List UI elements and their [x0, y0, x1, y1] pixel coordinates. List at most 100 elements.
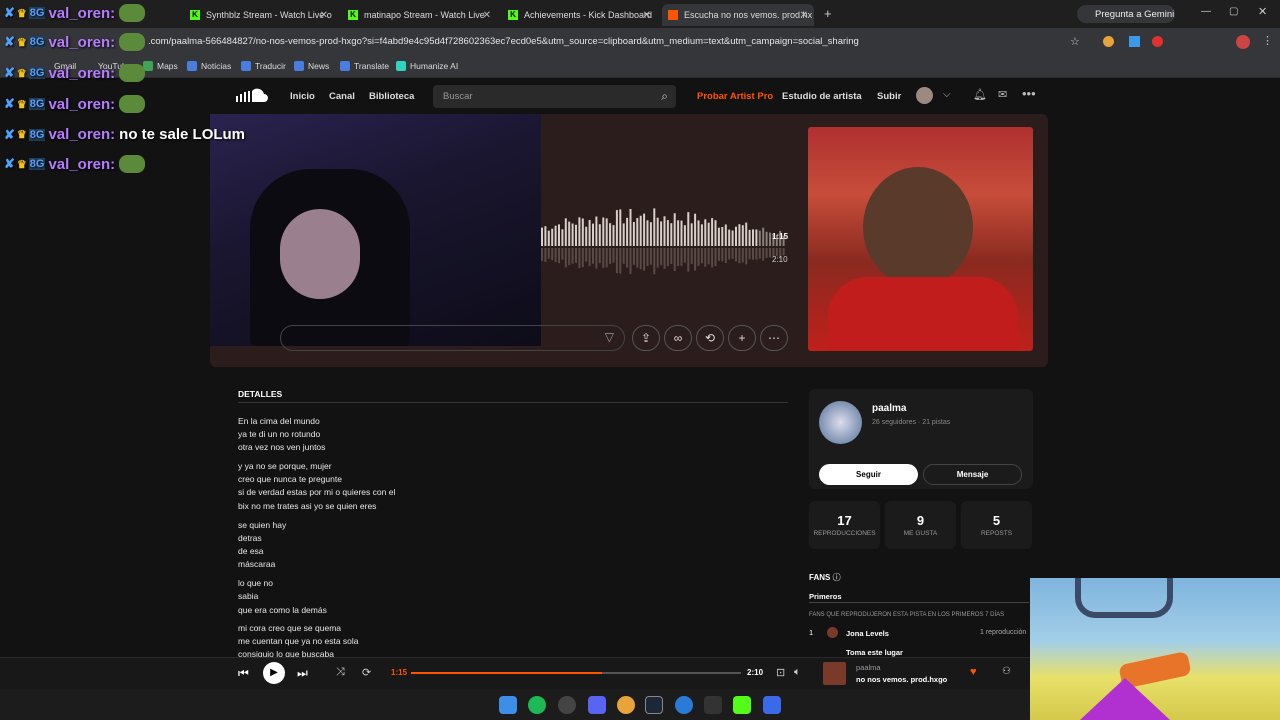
follow-user-icon[interactable]: ⚇ — [1002, 666, 1011, 677]
translate-icon — [241, 61, 251, 71]
soundcloud-logo[interactable] — [236, 88, 270, 104]
progress-track[interactable] — [411, 672, 741, 674]
comment-input[interactable]: ▽ — [280, 325, 625, 351]
minimize-icon[interactable]: — — [1201, 6, 1211, 17]
extension-icon[interactable] — [1103, 36, 1114, 47]
next-icon[interactable]: ⏭ — [297, 666, 308, 681]
avatar[interactable] — [1236, 35, 1250, 49]
app-icon[interactable] — [704, 696, 722, 714]
tab-matinapo[interactable]: Kmatinapo Stream - Watch Live ✕ — [342, 4, 497, 26]
follow-button[interactable]: Seguir — [819, 464, 918, 485]
repeat-icon[interactable]: ⟳ — [362, 666, 371, 679]
bookmark-maps[interactable]: Maps — [143, 61, 178, 71]
gemini-button[interactable]: Pregunta a Gemini — [1077, 5, 1175, 23]
heart-icon[interactable]: ♥ — [970, 666, 977, 678]
upload-link[interactable]: Subir — [877, 91, 901, 102]
bookmark-star-icon[interactable]: ☆ — [1070, 35, 1080, 48]
nav-biblioteca[interactable]: Biblioteca — [369, 91, 414, 102]
more-icon[interactable]: ⋮ — [1262, 34, 1273, 47]
artist-pro-link[interactable]: Probar Artist Pro — [697, 91, 773, 102]
bookmark-noticias[interactable]: Noticias — [187, 61, 231, 71]
user-avatar[interactable] — [916, 87, 933, 104]
close-icon[interactable]: ✕ — [320, 10, 328, 21]
waveform-bar — [731, 230, 734, 246]
bookmark-humanize[interactable]: Humanize AI — [396, 61, 458, 71]
cast-icon[interactable]: ⊡ — [776, 666, 785, 679]
send-icon[interactable]: ▽ — [605, 330, 614, 344]
artist-studio-link[interactable]: Estudio de artista — [782, 91, 862, 102]
add-to-playlist-button[interactable]: + — [728, 325, 756, 351]
new-tab-button[interactable]: + — [824, 6, 832, 21]
waveform-bar — [619, 209, 622, 246]
info-icon[interactable]: ⓘ — [833, 573, 841, 582]
artist-avatar[interactable] — [819, 401, 862, 444]
tab-achievements[interactable]: K Achievements - Kick Dashboard ✕ — [502, 4, 657, 26]
fan-name[interactable]: Toma este lugar — [846, 648, 903, 657]
waveform-reflection — [670, 248, 673, 264]
nav-canal[interactable]: Canal — [329, 91, 355, 102]
steam-icon[interactable] — [645, 696, 663, 714]
chat-username[interactable]: val_oren: — [48, 65, 115, 82]
repost-button[interactable]: ⟲ — [696, 325, 724, 351]
bookmark-translate[interactable]: Translate — [340, 61, 389, 71]
artist-name[interactable]: paalma — [872, 403, 906, 414]
url-field[interactable]: .com/paalma-566484827/no-nos-vemos-prod-… — [148, 36, 859, 47]
windows-start-icon[interactable] — [499, 696, 517, 714]
fans-heading: FANS ⓘ — [809, 572, 841, 583]
app-icon[interactable] — [558, 696, 576, 714]
previous-icon[interactable]: ⏮ — [238, 666, 249, 681]
close-icon[interactable]: ✕ — [800, 10, 808, 21]
player-artwork[interactable] — [823, 662, 846, 685]
waveform-bar — [741, 225, 744, 246]
chat-username[interactable]: val_oren: — [48, 34, 115, 51]
stat-reposts[interactable]: 5 REPOSTS — [961, 501, 1032, 549]
player-artist[interactable]: paalma — [856, 663, 881, 672]
waveform-reflection — [558, 248, 560, 264]
chat-username[interactable]: val_oren: — [48, 5, 115, 22]
search-icon[interactable]: ⌕ — [661, 89, 668, 104]
message-button[interactable]: Mensaje — [923, 464, 1022, 485]
extension-icon[interactable] — [1152, 36, 1163, 47]
waveform[interactable] — [541, 200, 786, 290]
more-actions-button[interactable]: ⋯ — [760, 325, 788, 351]
chrome-icon[interactable] — [617, 696, 635, 714]
mail-icon[interactable]: ✉ — [998, 88, 1007, 101]
more-icon[interactable]: ••• — [1022, 86, 1036, 101]
spotify-icon[interactable] — [528, 696, 546, 714]
share-button[interactable]: ⇪ — [632, 325, 660, 351]
volume-icon[interactable]: 🔈︎ — [794, 666, 801, 679]
search-input[interactable]: Buscar ⌕ — [433, 85, 676, 108]
stat-likes[interactable]: 9 ME GUSTA — [885, 501, 956, 549]
bookmark-label: Maps — [157, 61, 178, 71]
discord-icon[interactable] — [588, 696, 606, 714]
tab-primeros[interactable]: Primeros — [809, 592, 842, 601]
bookmark-news[interactable]: News — [294, 61, 329, 71]
kick-icon[interactable] — [733, 696, 751, 714]
app-icon[interactable] — [675, 696, 693, 714]
search-placeholder: Buscar — [443, 91, 473, 102]
bookmark-traducir[interactable]: Traducir — [241, 61, 286, 71]
chat-username[interactable]: val_oren: — [48, 156, 115, 173]
divider — [238, 402, 788, 403]
chevron-down-icon[interactable]: ⌵ — [943, 89, 951, 100]
progress-fill — [411, 672, 603, 674]
play-button[interactable]: ▶ — [263, 662, 285, 684]
app-icon[interactable] — [763, 696, 781, 714]
shuffle-icon[interactable]: ⤨ — [336, 666, 345, 679]
maximize-icon[interactable]: ▢ — [1229, 6, 1238, 17]
extension-icon[interactable] — [1129, 36, 1140, 47]
tab-synthblz[interactable]: K Synthblz Stream - Watch Live o ✕ — [184, 4, 334, 26]
chat-username[interactable]: val_oren: — [48, 126, 115, 143]
close-window-icon[interactable]: ✕ — [1258, 5, 1267, 18]
nav-inicio[interactable]: Inicio — [290, 91, 315, 102]
chat-username[interactable]: val_oren: — [48, 96, 115, 113]
copy-link-button[interactable]: ∞ — [664, 325, 692, 351]
tab-soundcloud[interactable]: Escucha no nos vemos. prod.hx ✕ — [662, 4, 814, 26]
fan-avatar[interactable] — [827, 627, 838, 638]
bell-icon[interactable]: 🔔︎ — [973, 88, 987, 101]
close-icon[interactable]: ✕ — [643, 10, 651, 21]
fan-name[interactable]: Jona Levels — [846, 629, 889, 638]
player-title[interactable]: no nos vemos. prod.hxgo — [856, 675, 947, 684]
waveform-reflection — [769, 248, 771, 258]
close-icon[interactable]: ✕ — [483, 10, 491, 21]
